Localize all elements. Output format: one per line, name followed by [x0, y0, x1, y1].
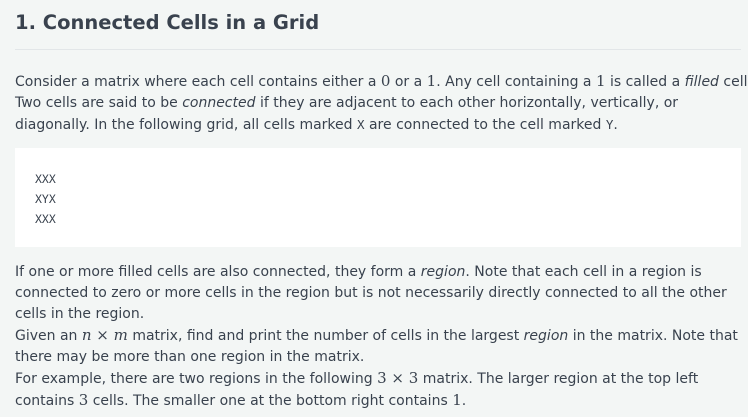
math-one: 1 [595, 72, 606, 90]
emphasis-connected: connected [182, 95, 256, 111]
title-divider [15, 49, 741, 50]
text: in the matrix. Note that [568, 328, 738, 344]
body-line-7: contains 3 cells. The smaller one at the… [15, 390, 741, 412]
text: cells. The smaller one at the bottom rig… [88, 393, 453, 409]
text: are connected to the cell marked [364, 117, 606, 133]
emphasis-region: region [523, 328, 569, 344]
body-line-5: there may be more than one region in the… [15, 349, 365, 365]
text: matrix, find and print the number of cel… [127, 328, 524, 344]
body-paragraph: If one or more filled cells are also con… [15, 262, 741, 412]
text: . Any cell containing a [436, 74, 596, 90]
text: . Note that each cell in a region is [465, 264, 702, 280]
text: is called a [605, 74, 685, 90]
body-line-6: For example, there are two regions in th… [15, 368, 741, 390]
text: Two cells are said to be [15, 95, 183, 111]
text: diagonally. In the following grid, all c… [15, 117, 357, 133]
math-3-times-3: 3 × 3 [377, 369, 419, 387]
math-zero: 0 [380, 72, 391, 90]
math-three: 3 [78, 391, 89, 409]
body-line-4: Given an n × m matrix, find and print th… [15, 325, 741, 347]
problem-title: 1. Connected Cells in a Grid [15, 11, 320, 34]
text: . [461, 393, 467, 409]
text: Given an [15, 328, 82, 344]
text: if they are adjacent to each other horiz… [255, 95, 679, 111]
intro-line-1: Consider a matrix where each cell contai… [15, 71, 748, 93]
text: or a [390, 74, 427, 90]
math-one: 1 [426, 72, 437, 90]
emphasis-region: region [420, 264, 466, 280]
math-n-times-m: n × m [81, 326, 128, 344]
problem-page: 1. Connected Cells in a Grid Consider a … [0, 0, 748, 417]
text: matrix. The larger region at the top lef… [418, 371, 699, 387]
text: If one or more filled cells are also con… [15, 264, 421, 280]
grid-row: XXX [35, 172, 56, 186]
text: . [613, 117, 618, 133]
grid-row: XXX [35, 212, 56, 226]
body-line-3: cells in the region. [15, 306, 145, 322]
emphasis-filled: filled [684, 74, 719, 90]
body-line-1: If one or more filled cells are also con… [15, 262, 741, 283]
text: contains [15, 393, 79, 409]
body-line-2: connected to zero or more cells in the r… [15, 285, 727, 301]
text: For example, there are two regions in th… [15, 371, 378, 387]
math-one: 1 [452, 391, 462, 409]
text: Consider a matrix where each cell contai… [15, 74, 381, 90]
intro-line-3: diagonally. In the following grid, all c… [15, 114, 741, 136]
text: cell. [723, 74, 748, 90]
intro-paragraph: Consider a matrix where each cell contai… [15, 71, 748, 136]
intro-line-2: Two cells are said to be connected if th… [15, 93, 741, 114]
grid-code-block: XXX XYX XXX [15, 148, 741, 247]
grid-row: XYX [35, 192, 56, 206]
code-x: X [357, 117, 365, 132]
